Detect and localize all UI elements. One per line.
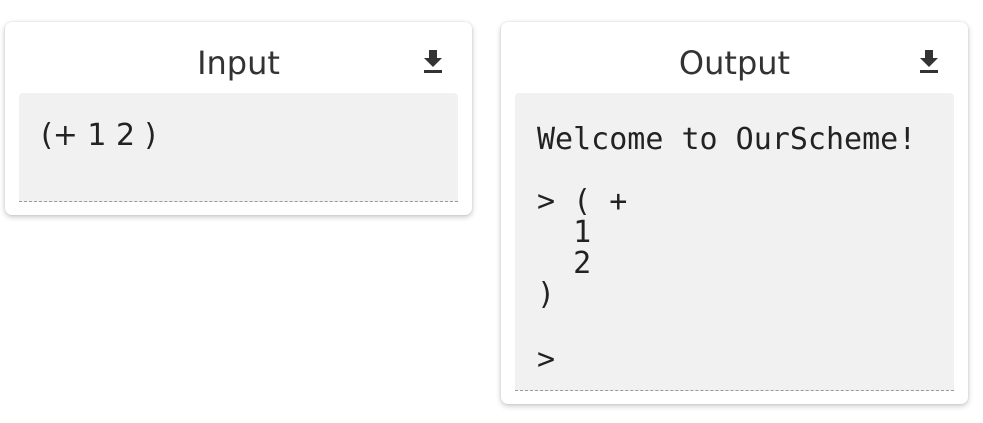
download-icon <box>920 50 938 73</box>
input-title: Input <box>197 44 280 82</box>
output-card: Output Welcome to OurScheme! > ( + 1 2 )… <box>501 22 968 404</box>
input-card: Input (+ 1 2 ) <box>5 22 472 215</box>
output-prompt: > <box>537 342 556 377</box>
output-result-text: > ( + 1 2 ) <box>537 184 628 312</box>
input-code: (+ 1 2 ) <box>41 118 157 153</box>
download-icon <box>424 50 442 73</box>
output-title: Output <box>678 44 791 82</box>
input-download-button[interactable] <box>422 49 444 75</box>
output-console: Welcome to OurScheme! > ( + 1 2 ) > <box>515 93 954 391</box>
output-download-button[interactable] <box>918 49 940 75</box>
input-editor[interactable]: (+ 1 2 ) <box>19 93 458 202</box>
output-welcome-text: Welcome to OurScheme! <box>537 122 917 157</box>
